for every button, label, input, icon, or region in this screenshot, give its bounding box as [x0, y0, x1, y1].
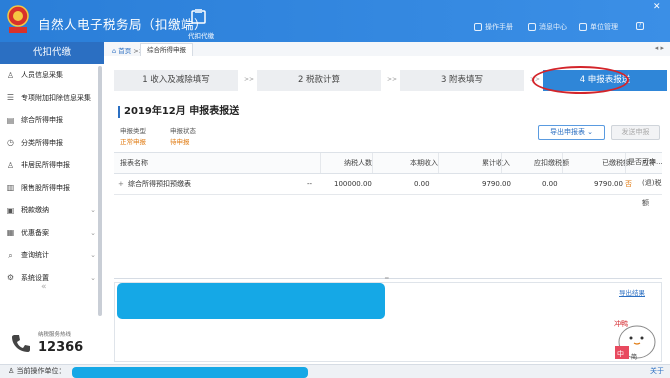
col-taxpayers: 纳税人数 — [344, 159, 372, 167]
row-cumulative: 0.00 — [414, 180, 430, 188]
sidebar-header: 代扣代缴 — [0, 42, 104, 64]
mascot-text: 简 — [631, 353, 637, 360]
wallet-icon: ▣ — [6, 205, 15, 215]
hotline: 纳税服务热线 12366 — [10, 328, 95, 358]
chevron-down-icon: ⌄ — [90, 228, 96, 237]
row-taxpayers: -- — [307, 180, 313, 188]
export-result-link[interactable]: 导出结果 — [619, 287, 645, 297]
person-icon: ♙ — [6, 160, 15, 170]
operator-label: ♙ 当前操作单位： — [8, 367, 66, 375]
org-manage-button[interactable]: 单位管理 — [579, 22, 618, 32]
sidebar-item-query[interactable]: ⌕ 查询统计 ⌄ — [0, 244, 104, 267]
col-income: 本期收入 — [410, 159, 438, 167]
sidebar: 代扣代缴 ♙ 人员信息采集 ☰ 专项附加扣除信息采集 ▤ 综合所得申报 ◷ 分类… — [0, 42, 105, 364]
about-link[interactable]: 关于 — [650, 365, 664, 378]
row-income: 100000.00 — [334, 180, 372, 188]
sidebar-item-classified[interactable]: ◷ 分类所得申报 — [0, 132, 104, 155]
declare-status-value: 待申报 — [170, 138, 190, 146]
sidebar-item-nonresident[interactable]: ♙ 非居民所得申报 — [0, 154, 104, 177]
export-report-button[interactable]: 导出申报表 ⌄ — [538, 125, 605, 140]
report-table: 报表名称 纳税人数 本期收入 累计收入 应扣缴税额 已缴税额 应补(退)税额 +… — [114, 152, 662, 207]
col-can-declare: 是否可申... — [628, 158, 663, 166]
step-tax-calc[interactable]: 2 税款计算 — [257, 70, 381, 91]
sidebar-item-restricted-stock[interactable]: ▥ 限售股所得申报 — [0, 177, 104, 200]
chevron-left-icon[interactable]: ◂ — [655, 44, 659, 52]
hotline-label: 纳税服务热线 — [38, 332, 72, 338]
col-report-name: 报表名称 — [120, 159, 148, 167]
tab-comprehensive[interactable]: 综合所得申报 — [140, 43, 193, 57]
building-icon — [579, 23, 587, 31]
sidebar-item-personnel[interactable]: ♙ 人员信息采集 — [0, 64, 104, 87]
tab-bar: ⌂ 首页 >> 综合所得申报 ◂ ▸ — [104, 42, 670, 57]
gear-icon: ⚙ — [6, 273, 15, 283]
sidebar-item-settings[interactable]: ⚙ 系统设置 ⌄ — [0, 267, 104, 290]
mail-icon — [528, 23, 536, 31]
report-period-title: 2019年12月 申报表报送 — [118, 106, 239, 118]
row-refund: 9790.00 — [594, 180, 623, 188]
close-icon[interactable]: ✕ — [653, 2, 661, 12]
row-tax-due: 9790.00 — [482, 180, 511, 188]
declare-type-value: 正常申报 — [120, 138, 146, 146]
step-separator: >> — [387, 76, 398, 83]
step-separator: >> — [244, 76, 255, 83]
proxy-withholding-icon[interactable] — [190, 8, 208, 26]
chevron-down-icon: ⌄ — [90, 251, 96, 259]
book-icon — [474, 23, 482, 31]
list-icon: ☰ — [6, 93, 15, 103]
step-attachment[interactable]: 3 附表填写 — [400, 70, 524, 91]
tab-scroll-arrows[interactable]: ◂ ▸ — [655, 44, 664, 52]
status-bar: ♙ 当前操作单位： 关于 — [0, 364, 670, 378]
help-icon: ? — [636, 22, 644, 30]
app-title: 自然人电子税务局（扣缴端） — [38, 17, 208, 32]
declare-type-label: 申报类型 — [120, 127, 146, 135]
message-center-button[interactable]: 消息中心 — [528, 22, 567, 32]
clock-icon: ◷ — [7, 138, 14, 148]
redacted-operator — [72, 367, 308, 378]
sidebar-item-special-deduction[interactable]: ☰ 专项附加扣除信息采集 — [0, 87, 104, 110]
hotline-number: 12366 — [38, 340, 84, 355]
redacted-region — [117, 283, 385, 319]
chevron-down-icon: ⌄ — [90, 206, 96, 214]
splitter-grip-icon[interactable]: ═ — [385, 275, 389, 282]
row-report-name: 综合所得预扣预缴表 — [128, 180, 191, 188]
mascot-text: 冲鸭 — [614, 319, 628, 328]
chevron-down-icon: ⌄ — [90, 273, 96, 282]
sidebar-item-tax-payment[interactable]: ▣ 税款缴纳 ⌄ — [0, 199, 104, 222]
expand-icon[interactable]: + — [118, 174, 124, 194]
tax-emblem-icon — [7, 5, 29, 33]
chart-icon: ▥ — [6, 183, 15, 193]
row-can-declare: 否 — [625, 180, 632, 188]
sidebar-item-preferential[interactable]: ▦ 优惠备案 ⌄ — [0, 222, 104, 245]
collapse-icon[interactable]: « — [41, 282, 47, 292]
row-paid: 0.00 — [542, 180, 558, 188]
help-button[interactable]: ? — [636, 22, 644, 30]
declare-status-label: 申报状态 — [170, 127, 196, 135]
phone-icon — [12, 335, 30, 352]
col-cumulative: 累计收入 — [482, 159, 510, 167]
person-icon: ♙ — [6, 70, 15, 80]
top-bar: 自然人电子税务局（扣缴端） 代扣代缴 操作手册 消息中心 单位管理 ? — [0, 0, 670, 42]
table-row[interactable]: + 综合所得预扣预缴表 -- 100000.00 0.00 9790.00 0.… — [114, 174, 662, 195]
table-header: 报表名称 纳税人数 本期收入 累计收入 应扣缴税额 已缴税额 应补(退)税额 — [114, 152, 662, 207]
proxy-withholding-label[interactable]: 代扣代缴 — [188, 30, 214, 40]
mascot-text: 中 — [617, 349, 624, 358]
manual-button[interactable]: 操作手册 — [474, 22, 513, 32]
search-icon: ⌕ — [8, 250, 13, 260]
mascot-sticker-icon: 冲鸭 中 简 — [614, 319, 656, 360]
sidebar-item-comprehensive[interactable]: ▤ 综合所得申报 — [0, 109, 104, 132]
annotation-circle — [532, 66, 629, 94]
sidebar-scrollbar[interactable] — [98, 66, 102, 316]
send-declaration-button[interactable]: 发送申报 — [611, 125, 660, 140]
step-income[interactable]: 1 收入及减除填写 — [114, 70, 238, 91]
doc-icon: ▤ — [6, 115, 15, 125]
gift-icon: ▦ — [6, 228, 15, 238]
chevron-right-icon[interactable]: ▸ — [660, 44, 664, 52]
col-tax-due: 应扣缴税额 — [534, 159, 569, 167]
